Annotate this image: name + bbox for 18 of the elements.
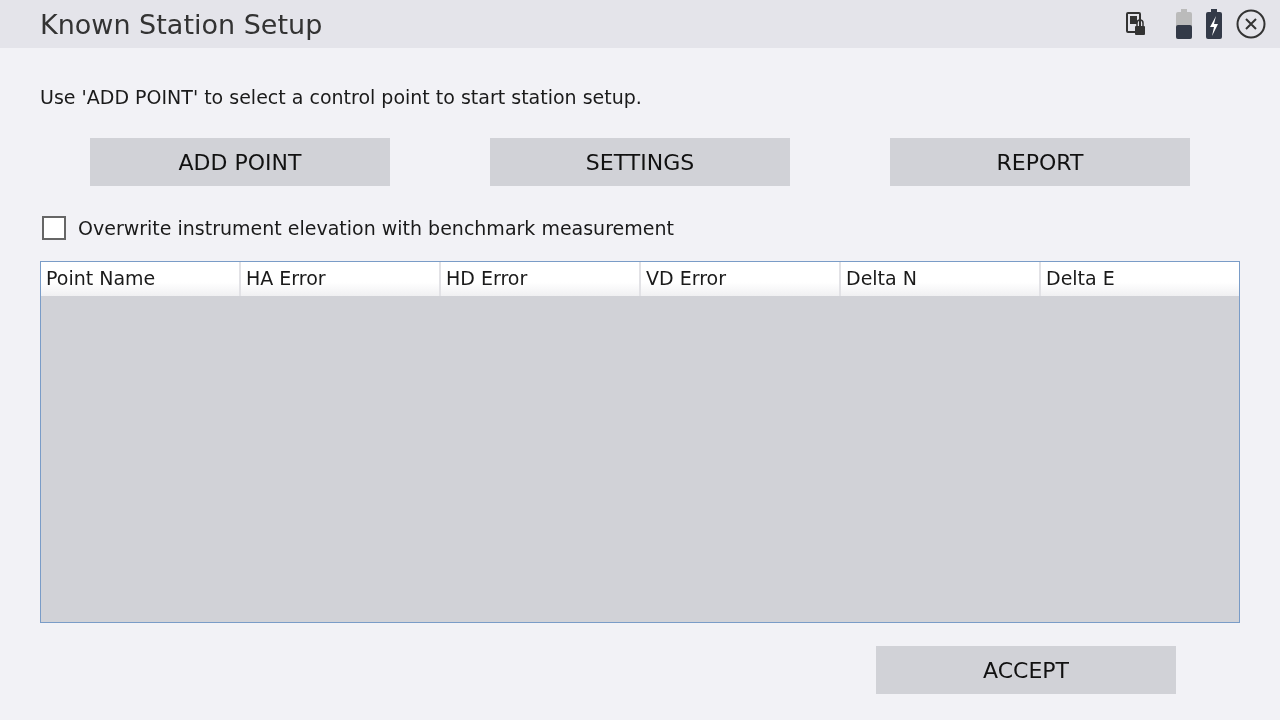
device-lock-icon[interactable] [1126, 12, 1146, 36]
charging-battery-icon[interactable] [1206, 9, 1222, 39]
close-icon[interactable] [1236, 9, 1266, 39]
column-header[interactable]: Delta N [841, 262, 1041, 296]
column-header[interactable]: HD Error [441, 262, 641, 296]
instruction-text: Use 'ADD POINT' to select a control point to start station setup. [40, 86, 643, 108]
action-button[interactable]: ADD POINT [90, 138, 390, 186]
battery-icon[interactable] [1176, 9, 1192, 39]
action-button[interactable]: REPORT [890, 138, 1190, 186]
checkbox[interactable] [42, 216, 66, 240]
action-button[interactable]: SETTINGS [490, 138, 790, 186]
column-header[interactable]: VD Error [641, 262, 841, 296]
checkbox-label: Overwrite instrument elevation with benchmark measurement [78, 217, 674, 239]
accept-button[interactable]: ACCEPT [876, 646, 1176, 694]
window-title: Known Station Setup [40, 8, 324, 40]
column-header[interactable]: Point Name [41, 262, 241, 296]
column-header[interactable]: Delta E [1041, 262, 1239, 296]
column-header[interactable]: HA Error [241, 262, 441, 296]
